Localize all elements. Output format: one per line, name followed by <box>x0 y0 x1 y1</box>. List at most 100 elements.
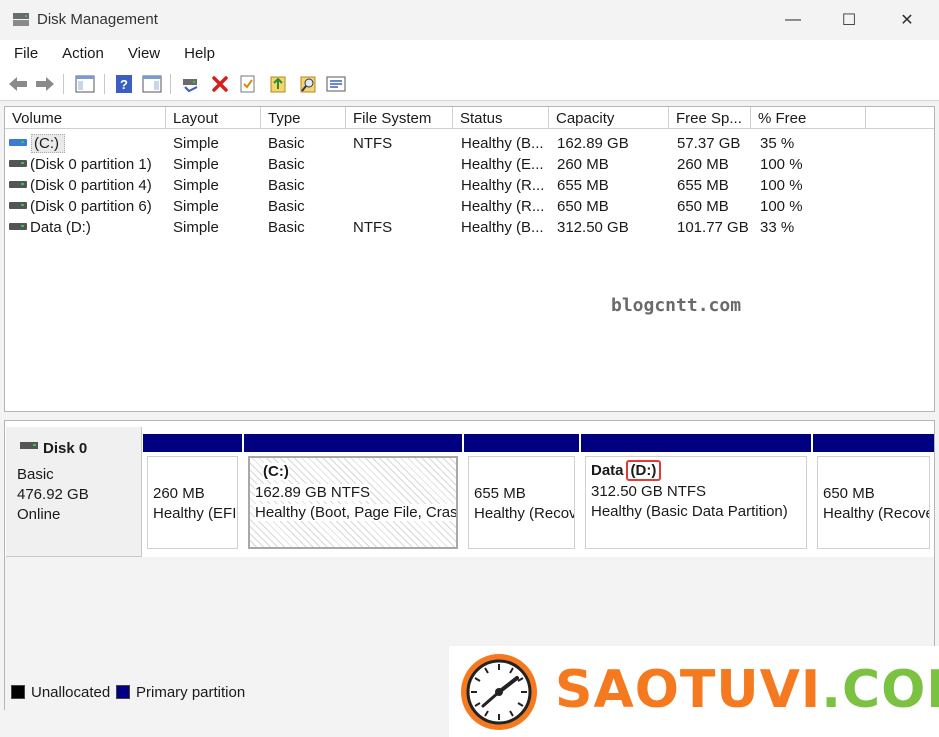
check-icon[interactable] <box>237 73 259 95</box>
close-button[interactable]: ✕ <box>884 0 930 40</box>
table-row[interactable]: Data (D:) Simple Basic NTFS Healthy (B..… <box>5 217 934 238</box>
close-icon: ✕ <box>900 12 914 29</box>
list-header: Volume Layout Type File System Status Ca… <box>5 107 934 129</box>
partition-title: Data (D:) <box>591 460 662 481</box>
partition-status: Healthy (Basic Data Partition) <box>591 503 788 520</box>
primary-partition-bar <box>244 434 462 452</box>
primary-partition-bar <box>464 434 579 452</box>
maximize-button[interactable]: ☐ <box>826 0 872 40</box>
cell-capacity: 162.89 GB <box>557 135 629 152</box>
back-arrow-icon[interactable] <box>7 73 29 95</box>
partition-status: Healthy (EFI <box>153 505 237 522</box>
table-row[interactable]: (Disk 0 partition 4) Simple Basic Health… <box>5 175 934 196</box>
legend-primary-partition: Primary partition <box>136 684 246 701</box>
pane-splitter[interactable] <box>0 412 939 420</box>
cell-status: Healthy (R... <box>461 177 545 194</box>
cell-volume: (Disk 0 partition 6) <box>30 198 152 215</box>
cell-free-space: 655 MB <box>677 177 729 194</box>
partition-status: Healthy (Recove <box>823 505 930 522</box>
menu-action[interactable]: Action <box>55 40 111 68</box>
maximize-icon: ☐ <box>841 12 857 29</box>
svg-text:?: ? <box>120 77 128 92</box>
partition-recovery-2[interactable]: 650 MB Healthy (Recove <box>813 434 934 551</box>
partition-body: 655 MB Healthy (Recov <box>468 456 575 549</box>
partition-size: 312.50 GB NTFS <box>591 483 707 500</box>
toolbar-separator <box>63 74 64 94</box>
disk-status: Online <box>17 506 61 523</box>
cell-layout: Simple <box>173 219 219 236</box>
partition-size: 162.89 GB NTFS <box>255 484 371 501</box>
column-header-free-space[interactable]: Free Sp... <box>669 107 751 129</box>
drive-icon <box>9 181 27 190</box>
disk-icon <box>20 442 38 449</box>
watermark-text: blogcntt.com <box>611 295 742 316</box>
properties-pane-icon[interactable] <box>141 73 163 95</box>
cell-capacity: 312.50 GB <box>557 219 629 236</box>
cell-volume: (Disk 0 partition 1) <box>30 156 152 173</box>
forward-arrow-icon[interactable] <box>34 73 56 95</box>
menu-help[interactable]: Help <box>177 40 222 68</box>
menu-view[interactable]: View <box>121 40 167 68</box>
cell-percent-free: 100 % <box>760 156 803 173</box>
details-icon[interactable] <box>325 73 347 95</box>
cell-status: Healthy (R... <box>461 198 545 215</box>
toolbar: ? <box>0 68 939 101</box>
primary-partition-bar <box>813 434 934 452</box>
partition-size: 650 MB <box>823 485 875 502</box>
export-icon[interactable] <box>267 73 289 95</box>
brand-logo: SAOTUVI.COM <box>449 646 939 737</box>
minimize-button[interactable]: — <box>770 0 816 40</box>
table-row[interactable]: (Disk 0 partition 1) Simple Basic Health… <box>5 154 934 175</box>
cell-type: Basic <box>268 156 305 173</box>
partition-recovery-1[interactable]: 655 MB Healthy (Recov <box>464 434 579 551</box>
column-header-status[interactable]: Status <box>453 107 549 129</box>
cell-layout: Simple <box>173 135 219 152</box>
delete-icon[interactable] <box>209 73 231 95</box>
disk-name: Disk 0 <box>43 440 88 457</box>
find-icon[interactable] <box>297 73 319 95</box>
highlight-drive-letter: (D:) <box>625 460 662 481</box>
table-row[interactable]: (C:) Simple Basic NTFS Healthy (B... 162… <box>5 133 934 154</box>
cell-layout: Simple <box>173 198 219 215</box>
cell-layout: Simple <box>173 156 219 173</box>
column-header-type[interactable]: Type <box>261 107 346 129</box>
partition-data-d[interactable]: Data (D:) 312.50 GB NTFS Healthy (Basic D… <box>581 434 811 551</box>
cell-type: Basic <box>268 177 305 194</box>
cell-capacity: 260 MB <box>557 156 609 173</box>
menu-file[interactable]: File <box>7 40 45 68</box>
help-icon[interactable]: ? <box>113 73 135 95</box>
volume-list[interactable]: Volume Layout Type File System Status Ca… <box>4 106 935 412</box>
toolbar-separator <box>170 74 171 94</box>
partition-body: Data (D:) 312.50 GB NTFS Healthy (Basic D… <box>585 456 807 549</box>
cell-percent-free: 100 % <box>760 198 803 215</box>
legend-unallocated: Unallocated <box>31 684 111 701</box>
column-header-layout[interactable]: Layout <box>166 107 261 129</box>
column-header-volume[interactable]: Volume <box>5 107 166 129</box>
brand-domain: .COM <box>821 660 939 720</box>
brand-wordmark: SAOTUVI.COM <box>555 660 939 720</box>
disk-info-panel[interactable]: Disk 0 Basic 476.92 GB Online <box>6 427 142 557</box>
console-tree-icon[interactable] <box>74 73 96 95</box>
cell-volume: Data (D:) <box>30 219 91 236</box>
cell-free-space: 260 MB <box>677 156 729 173</box>
column-header-capacity[interactable]: Capacity <box>549 107 669 129</box>
cell-type: Basic <box>268 219 305 236</box>
cell-capacity: 650 MB <box>557 198 609 215</box>
partition-label: Data <box>591 462 624 479</box>
table-row[interactable]: (Disk 0 partition 6) Simple Basic Health… <box>5 196 934 217</box>
connect-icon[interactable] <box>180 73 202 95</box>
cell-percent-free: 33 % <box>760 219 795 236</box>
cell-status: Healthy (B... <box>461 219 544 236</box>
cell-free-space: 57.37 GB <box>677 135 741 152</box>
cell-status: Healthy (B... <box>461 135 544 152</box>
column-header-percent-free[interactable]: % Free <box>751 107 866 129</box>
drive-icon <box>9 202 27 211</box>
cell-type: Basic <box>268 198 305 215</box>
primary-partition-bar <box>581 434 811 452</box>
cell-status: Healthy (E... <box>461 156 544 173</box>
column-header-file-system[interactable]: File System <box>346 107 453 129</box>
cell-type: Basic <box>268 135 305 152</box>
partition-c[interactable]: (C:) 162.89 GB NTFS Healthy (Boot, Page … <box>244 434 462 551</box>
partition-efi[interactable]: 260 MB Healthy (EFI <box>143 434 242 551</box>
drive-icon <box>9 139 27 148</box>
